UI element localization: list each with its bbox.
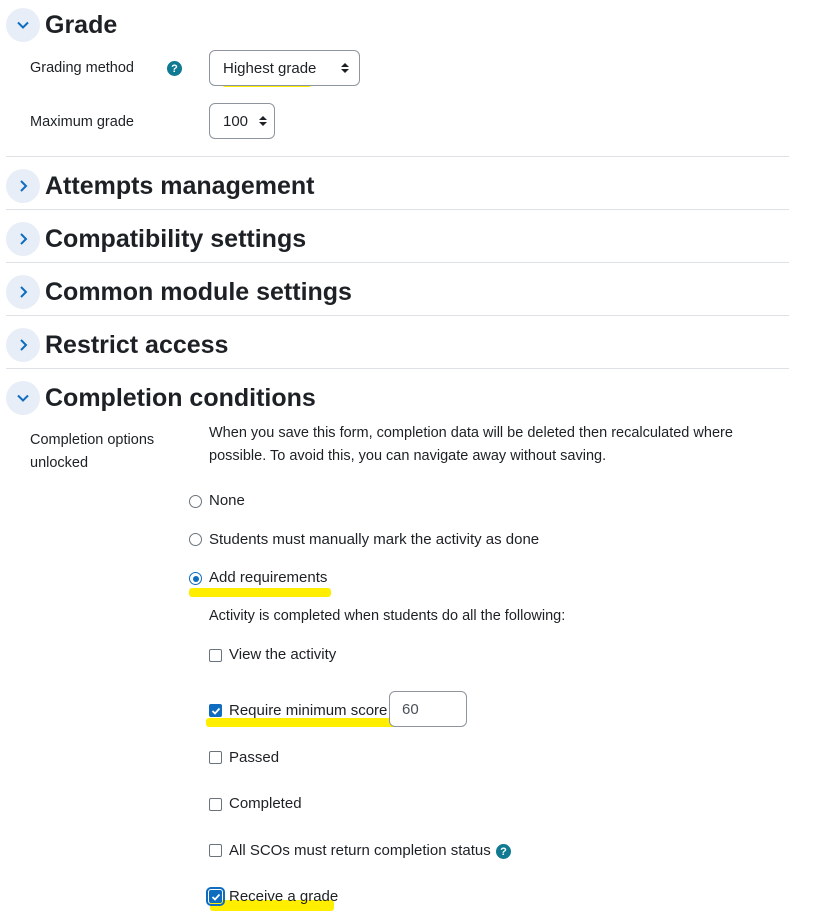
section-title-compatibility[interactable]: Compatibility settings xyxy=(45,224,306,254)
grading-method-select[interactable]: Highest grade xyxy=(209,50,360,86)
chevron-right-icon xyxy=(20,286,28,298)
select-arrows-icon xyxy=(341,63,349,73)
completion-options-label-line2: unlocked xyxy=(30,455,89,471)
chevron-right-icon xyxy=(20,233,28,245)
min-score-value: 60 xyxy=(402,700,419,718)
checkbox-passed-label[interactable]: Passed xyxy=(229,749,279,766)
radio-add-requirements-label[interactable]: Add requirements xyxy=(209,569,327,586)
section-title-common[interactable]: Common module settings xyxy=(45,277,352,307)
section-divider xyxy=(6,368,789,369)
radio-none-label[interactable]: None xyxy=(209,492,245,509)
checkbox-completed[interactable] xyxy=(209,798,222,811)
section-title-attempts[interactable]: Attempts management xyxy=(45,171,315,201)
section-divider xyxy=(6,156,789,157)
completion-section-toggle[interactable] xyxy=(6,381,40,415)
checkbox-receive-grade[interactable] xyxy=(206,887,225,906)
chevron-down-icon xyxy=(17,21,29,29)
maximum-grade-value: 100 xyxy=(223,112,249,130)
completion-options-label-line1: Completion options xyxy=(30,432,155,448)
radio-manual[interactable] xyxy=(189,533,202,546)
min-score-input[interactable]: 60 xyxy=(389,691,467,727)
chevron-down-icon xyxy=(17,394,29,402)
section-divider xyxy=(6,262,789,263)
requirements-intro: Activity is completed when students do a… xyxy=(209,608,566,624)
section-title-completion[interactable]: Completion conditions xyxy=(45,383,316,413)
completion-notice-line1: When you save this form, completion data… xyxy=(209,425,733,441)
grading-method-label: Grading method xyxy=(30,60,134,76)
checkbox-min-score-label[interactable]: Require minimum score xyxy=(229,702,387,719)
section-divider xyxy=(6,209,789,210)
maximum-grade-select[interactable]: 100 xyxy=(209,103,275,139)
radio-manual-label[interactable]: Students must manually mark the activity… xyxy=(209,531,539,548)
checkbox-receive-grade-label[interactable]: Receive a grade xyxy=(229,888,338,905)
check-icon xyxy=(211,893,221,901)
section-title-grade[interactable]: Grade xyxy=(45,10,117,40)
highlight-mark xyxy=(189,588,331,597)
section-divider xyxy=(6,315,789,316)
checkbox-view-activity[interactable] xyxy=(209,649,222,662)
chevron-right-icon xyxy=(20,180,28,192)
common-section-toggle[interactable] xyxy=(6,275,40,309)
completion-notice-line2: possible. To avoid this, you can navigat… xyxy=(209,448,607,464)
section-title-restrict[interactable]: Restrict access xyxy=(45,330,228,360)
checkbox-min-score[interactable] xyxy=(209,704,222,717)
checkbox-scos-status-label[interactable]: All SCOs must return completion status xyxy=(229,842,491,859)
chevron-right-icon xyxy=(20,339,28,351)
maximum-grade-label: Maximum grade xyxy=(30,114,134,130)
help-icon[interactable]: ? xyxy=(167,61,182,76)
checkbox-completed-label[interactable]: Completed xyxy=(229,795,302,812)
radio-add-requirements[interactable] xyxy=(189,572,202,585)
grading-method-value: Highest grade xyxy=(223,59,317,77)
radio-none[interactable] xyxy=(189,495,202,508)
checkbox-scos-status[interactable] xyxy=(209,844,222,857)
grade-section-toggle[interactable] xyxy=(6,8,40,42)
restrict-section-toggle[interactable] xyxy=(6,328,40,362)
checkbox-view-activity-label[interactable]: View the activity xyxy=(229,646,336,663)
attempts-section-toggle[interactable] xyxy=(6,169,40,203)
help-icon[interactable]: ? xyxy=(496,844,511,859)
help-glyph: ? xyxy=(500,845,507,858)
compatibility-section-toggle[interactable] xyxy=(6,222,40,256)
check-icon xyxy=(211,707,221,715)
help-glyph: ? xyxy=(171,62,178,75)
checkbox-passed[interactable] xyxy=(209,751,222,764)
select-arrows-icon xyxy=(259,116,267,126)
